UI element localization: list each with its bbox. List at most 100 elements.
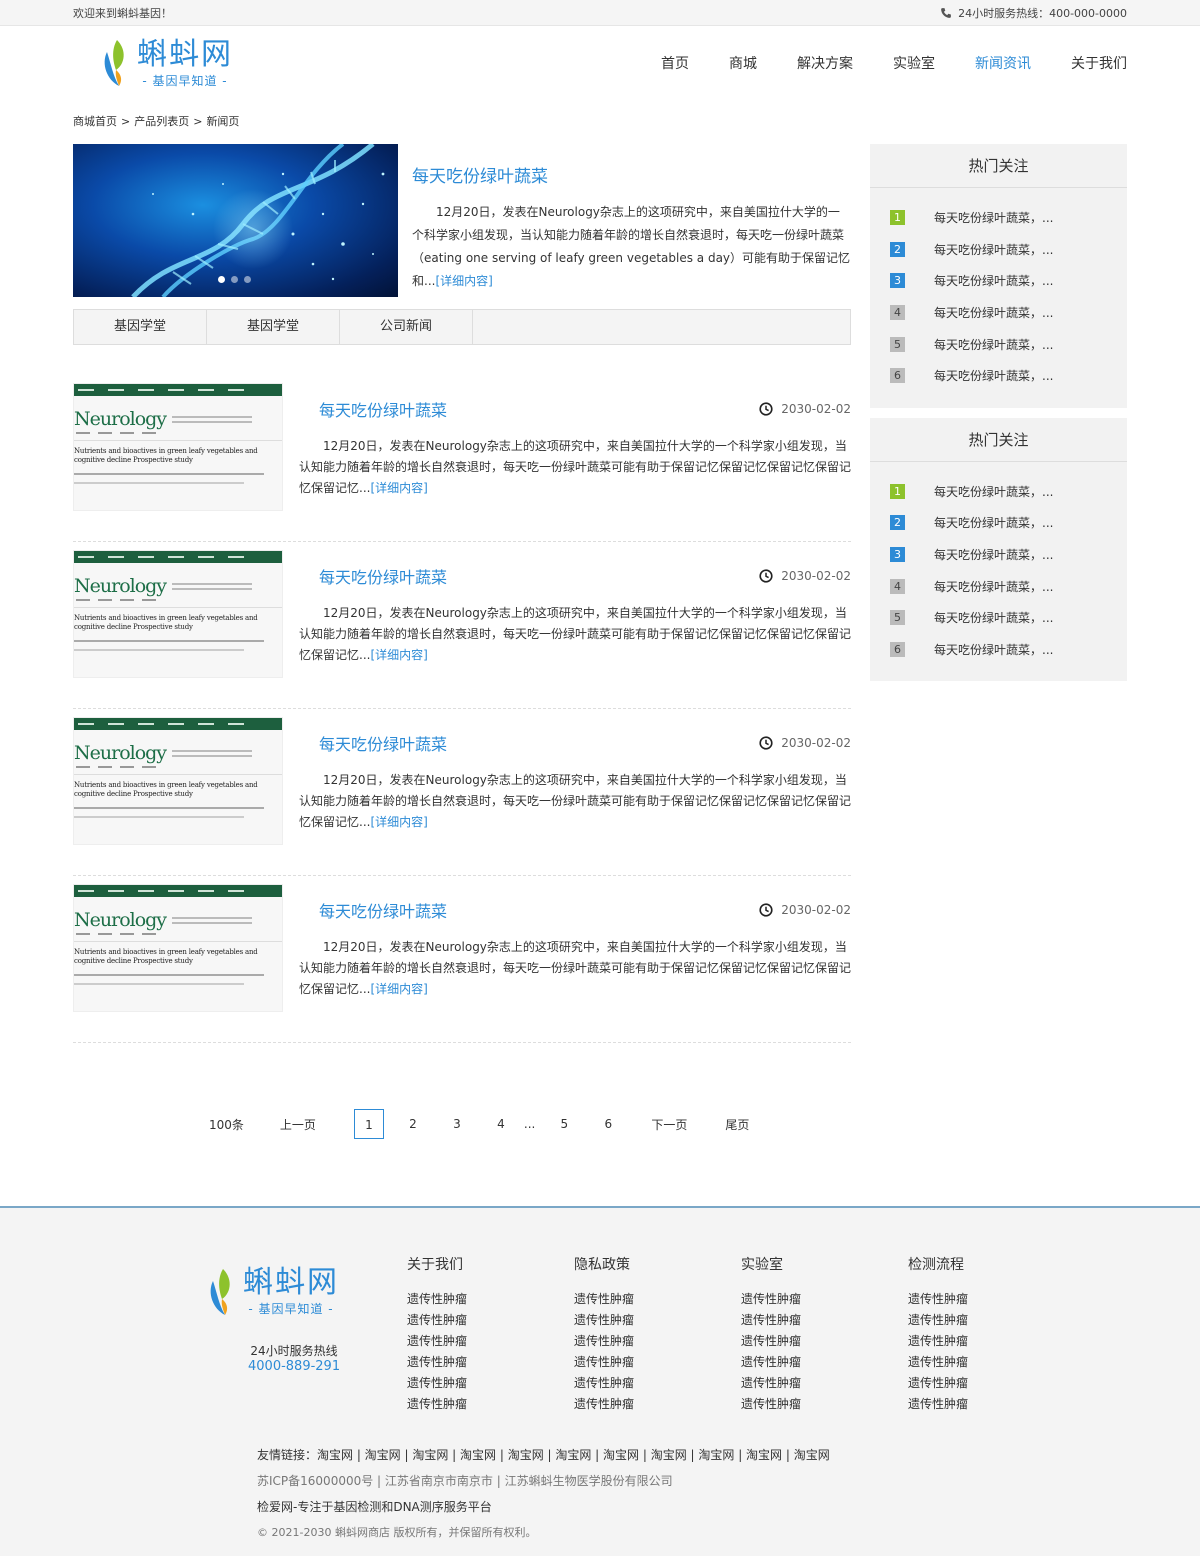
hot-topic-item[interactable]: 2 每天吃份绿叶蔬菜，... [890, 507, 1127, 539]
hot-topic-item[interactable]: 4 每天吃份绿叶蔬菜，... [890, 297, 1127, 329]
pagination-page-6[interactable]: 6 [593, 1109, 623, 1139]
tab-company-news[interactable]: 公司新闻 [340, 310, 473, 344]
nav-mall[interactable]: 商城 [729, 53, 757, 73]
footer-link[interactable]: 遗传性肿瘤 [574, 1395, 741, 1416]
featured-more-link[interactable]: [详细内容] [435, 274, 492, 288]
footer-col-title: 关于我们 [407, 1257, 463, 1273]
footer-link[interactable]: 遗传性肿瘤 [741, 1374, 908, 1395]
news-date-text: 2030-02-02 [781, 402, 851, 416]
nav-about[interactable]: 关于我们 [1071, 53, 1127, 73]
footer-col-title: 隐私政策 [574, 1257, 630, 1273]
news-date-text: 2030-02-02 [781, 903, 851, 917]
pagination-last[interactable]: 尾页 [725, 1116, 749, 1133]
news-title[interactable]: 每天吃份绿叶蔬菜 [299, 564, 447, 588]
news-more-link[interactable]: [详细内容] [370, 815, 427, 829]
tab-gene-school-1[interactable]: 基因学堂 [74, 310, 207, 344]
nav-solutions[interactable]: 解决方案 [797, 53, 853, 73]
hot-topic-item[interactable]: 6 每天吃份绿叶蔬菜，... [890, 634, 1127, 666]
footer-link[interactable]: 遗传性肿瘤 [574, 1290, 741, 1311]
hot-topic-item[interactable]: 3 每天吃份绿叶蔬菜，... [890, 539, 1127, 571]
footer-link[interactable]: 遗传性肿瘤 [407, 1332, 574, 1353]
hot-topic-item[interactable]: 5 每天吃份绿叶蔬菜，... [890, 328, 1127, 360]
footer-link[interactable]: 遗传性肿瘤 [741, 1395, 908, 1416]
hot-topic-item[interactable]: 5 每天吃份绿叶蔬菜，... [890, 602, 1127, 634]
main-content: 每天吃份绿叶蔬菜 12月20日，发表在Neurology杂志上的这项研究中，来自… [73, 144, 1127, 1139]
featured-image[interactable] [73, 144, 398, 297]
news-list: Neurology Nutrients and bioactives in gr… [73, 375, 851, 1043]
main-nav: 首页 商城 解决方案 实验室 新闻资讯 关于我们 [621, 53, 1127, 73]
news-thumbnail[interactable]: Neurology Nutrients and bioactives in gr… [73, 550, 283, 678]
sidebar: 热门关注 1 每天吃份绿叶蔬菜，... 2 每天吃份绿叶蔬菜，... 3 每天吃份绿叶… [870, 144, 1127, 1139]
footer-link[interactable]: 遗传性肿瘤 [741, 1311, 908, 1332]
footer-link[interactable]: 遗传性肿瘤 [741, 1290, 908, 1311]
news-title[interactable]: 每天吃份绿叶蔬菜 [299, 731, 447, 755]
news-more-link[interactable]: [详细内容] [370, 481, 427, 495]
hot-topic-item[interactable]: 1 每天吃份绿叶蔬菜，... [890, 476, 1127, 508]
footer-link[interactable]: 遗传性肿瘤 [908, 1332, 1075, 1353]
pagination-next[interactable]: 下一页 [651, 1116, 687, 1133]
hot-topic-item[interactable]: 3 每天吃份绿叶蔬菜，... [890, 265, 1127, 297]
footer-link[interactable]: 遗传性肿瘤 [741, 1332, 908, 1353]
breadcrumb-product-list[interactable]: 产品列表页 [134, 115, 189, 128]
nav-home[interactable]: 首页 [661, 53, 689, 73]
hot-topic-item[interactable]: 4 每天吃份绿叶蔬菜，... [890, 570, 1127, 602]
footer-link[interactable]: 遗传性肿瘤 [741, 1353, 908, 1374]
rank-badge: 3 [890, 547, 905, 563]
news-item: Neurology Nutrients and bioactives in gr… [73, 542, 851, 709]
nav-news[interactable]: 新闻资讯 [975, 53, 1031, 73]
hot-topic-item[interactable]: 6 每天吃份绿叶蔬菜，... [890, 360, 1127, 392]
carousel-dot[interactable] [218, 276, 225, 283]
hot-topics-title: 热门关注 [870, 418, 1127, 462]
footer-hotline-number[interactable]: 4000-889-291 [248, 1359, 340, 1374]
news-more-link[interactable]: [详细内容] [370, 982, 427, 996]
pagination-page-2[interactable]: 2 [398, 1109, 428, 1139]
footer-logo-name: 蝌蚪网 [243, 1265, 339, 1300]
pagination-page-5[interactable]: 5 [549, 1109, 579, 1139]
carousel-dot[interactable] [231, 276, 238, 283]
news-title[interactable]: 每天吃份绿叶蔬菜 [299, 397, 447, 421]
hot-topic-text: 每天吃份绿叶蔬菜，... [934, 337, 1054, 352]
footer-link[interactable]: 遗传性肿瘤 [908, 1395, 1075, 1416]
top-hotline: 24小时服务热线：400-000-0000 [940, 5, 1127, 21]
news-thumbnail[interactable]: Neurology Nutrients and bioactives in gr… [73, 717, 283, 845]
footer-link[interactable]: 遗传性肿瘤 [908, 1290, 1075, 1311]
footer-link[interactable]: 遗传性肿瘤 [407, 1374, 574, 1395]
news-more-link[interactable]: [详细内容] [370, 648, 427, 662]
news-item: Neurology Nutrients and bioactives in gr… [73, 709, 851, 876]
carousel-dot[interactable] [244, 276, 251, 283]
news-thumbnail[interactable]: Neurology Nutrients and bioactives in gr… [73, 383, 283, 511]
featured-title[interactable]: 每天吃份绿叶蔬菜 [412, 162, 851, 187]
footer-link[interactable]: 遗传性肿瘤 [407, 1395, 574, 1416]
footer-link[interactable]: 遗传性肿瘤 [407, 1311, 574, 1332]
footer-link[interactable]: 遗传性肿瘤 [407, 1353, 574, 1374]
friend-links[interactable]: 友情链接：淘宝网 | 淘宝网 | 淘宝网 | 淘宝网 | 淘宝网 | 淘宝网 |… [257, 1446, 830, 1463]
pagination-page-3[interactable]: 3 [442, 1109, 472, 1139]
footer-link[interactable]: 遗传性肿瘤 [574, 1353, 741, 1374]
hot-topic-text: 每天吃份绿叶蔬菜，... [934, 611, 1054, 626]
footer-link[interactable]: 遗传性肿瘤 [574, 1374, 741, 1395]
hot-topic-text: 每天吃份绿叶蔬菜，... [934, 642, 1054, 657]
footer-link[interactable]: 遗传性肿瘤 [574, 1332, 741, 1353]
breadcrumb-mall-home[interactable]: 商城首页 [73, 115, 117, 128]
rank-badge: 6 [890, 641, 905, 657]
footer-link[interactable]: 遗传性肿瘤 [908, 1374, 1075, 1395]
footer-link[interactable]: 遗传性肿瘤 [908, 1311, 1075, 1332]
pagination-page-4[interactable]: 4 [486, 1109, 516, 1139]
nav-lab[interactable]: 实验室 [893, 53, 935, 73]
hot-topic-item[interactable]: 2 每天吃份绿叶蔬菜，... [890, 234, 1127, 266]
news-title[interactable]: 每天吃份绿叶蔬菜 [299, 898, 447, 922]
tab-gene-school-2[interactable]: 基因学堂 [207, 310, 340, 344]
news-thumbnail[interactable]: Neurology Nutrients and bioactives in gr… [73, 884, 283, 1012]
footer-logo[interactable]: 蝌蚪网 - 基因早知道 - [207, 1266, 339, 1317]
footer-link[interactable]: 遗传性肿瘤 [908, 1353, 1075, 1374]
footer-hotline: 24小时服务热线 4000-889-291 [248, 1342, 340, 1374]
pagination-prev[interactable]: 上一页 [280, 1116, 316, 1133]
site-logo[interactable]: 蝌蚪网 - 基因早知道 - [101, 37, 233, 89]
pagination-page-1[interactable]: 1 [353, 1109, 384, 1139]
hot-topic-item[interactable]: 1 每天吃份绿叶蔬菜，... [890, 202, 1127, 234]
copyright: © 2021-2030 蝌蚪网商店 版权所有，并保留所有权利。 [257, 1526, 537, 1539]
thumb-journal: Neurology [74, 575, 167, 597]
footer-link[interactable]: 遗传性肿瘤 [407, 1290, 574, 1311]
footer-link[interactable]: 遗传性肿瘤 [574, 1311, 741, 1332]
news-summary: 12月20日，发表在Neurology杂志上的这项研究中，来自美国拉什大学的一个… [299, 603, 851, 666]
